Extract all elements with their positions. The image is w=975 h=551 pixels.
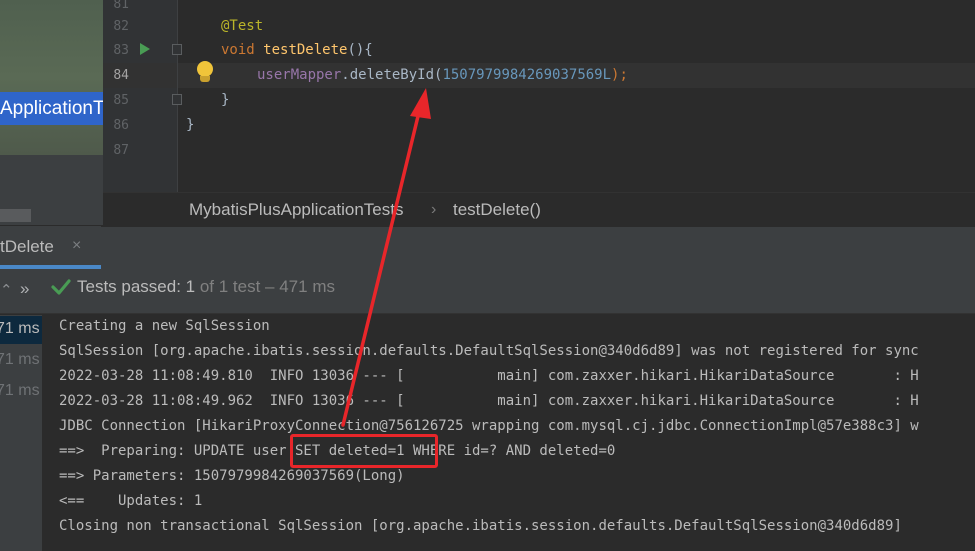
code-line-84: userMapper.deleteById(150797998426903756…	[257, 63, 628, 88]
console-line: Closing non transactional SqlSession [or…	[59, 518, 902, 534]
code-annotation: @Test	[221, 18, 264, 34]
collapse-icon[interactable]: ⌃	[0, 281, 13, 299]
code-line-85: }	[221, 92, 230, 108]
code-editor[interactable]	[178, 0, 975, 192]
code-call-close: );	[611, 67, 628, 83]
run-tab-active-indicator	[0, 265, 101, 269]
project-panel-scrollbar[interactable]	[0, 209, 31, 222]
check-icon	[51, 279, 71, 295]
expand-toolbar-icon[interactable]: »	[20, 279, 29, 299]
breadcrumb-class[interactable]: MybatisPlusApplicationTests	[189, 200, 403, 220]
fold-end-icon[interactable]	[172, 94, 182, 105]
line-number: 86	[113, 118, 129, 133]
tests-status: Tests passed: 1 of 1 test – 471 ms	[77, 277, 335, 297]
line-number-current: 84	[113, 68, 129, 83]
code-line-83: void testDelete(){	[221, 38, 373, 63]
console-line: SqlSession [org.apache.ibatis.session.de…	[59, 343, 919, 359]
test-tree-time[interactable]: 71 ms	[0, 320, 40, 338]
code-signature-tail: (){	[347, 42, 373, 58]
console-line-sql-updates: <== Updates: 1	[59, 493, 203, 509]
run-test-icon[interactable]	[140, 43, 150, 55]
code-call: .deleteById(	[341, 67, 443, 83]
console-line: JDBC Connection [HikariProxyConnection@7…	[59, 418, 919, 434]
line-number: 82	[113, 19, 129, 34]
console-line: 2022-03-28 11:08:49.962 INFO 13036 --- […	[59, 393, 919, 409]
line-number: 85	[113, 93, 129, 108]
lightbulb-icon[interactable]	[196, 61, 214, 85]
line-number: 87	[113, 143, 129, 158]
project-panel-thumbnail	[0, 0, 103, 155]
tests-passed-count: Tests passed: 1	[77, 277, 196, 296]
close-icon[interactable]: ×	[72, 237, 81, 255]
run-tab-label[interactable]: tDelete	[0, 237, 54, 257]
code-field: userMapper	[257, 67, 342, 83]
test-tree-time[interactable]: 71 ms	[0, 351, 40, 369]
console-line: Creating a new SqlSession	[59, 318, 270, 334]
code-method-name: testDelete	[263, 42, 348, 58]
breadcrumb-separator: ›	[431, 201, 437, 218]
console-line: 2022-03-28 11:08:49.810 INFO 13036 --- […	[59, 368, 919, 384]
annotation-highlight-box	[290, 434, 438, 468]
code-keyword: void	[221, 42, 255, 58]
code-line-86: }	[186, 117, 195, 133]
code-line-82: @Test	[221, 14, 263, 39]
project-tree-selected-item[interactable]: ApplicationTe	[0, 92, 108, 125]
tests-detail: of 1 test – 471 ms	[195, 277, 335, 296]
test-tree-time[interactable]: 71 ms	[0, 382, 40, 400]
fold-start-icon[interactable]	[172, 44, 182, 55]
run-window-header	[0, 226, 975, 270]
code-number-literal: 1507979984269037569L	[442, 67, 612, 83]
line-number: 83	[113, 43, 129, 58]
breadcrumb-method[interactable]: testDelete()	[453, 200, 541, 220]
